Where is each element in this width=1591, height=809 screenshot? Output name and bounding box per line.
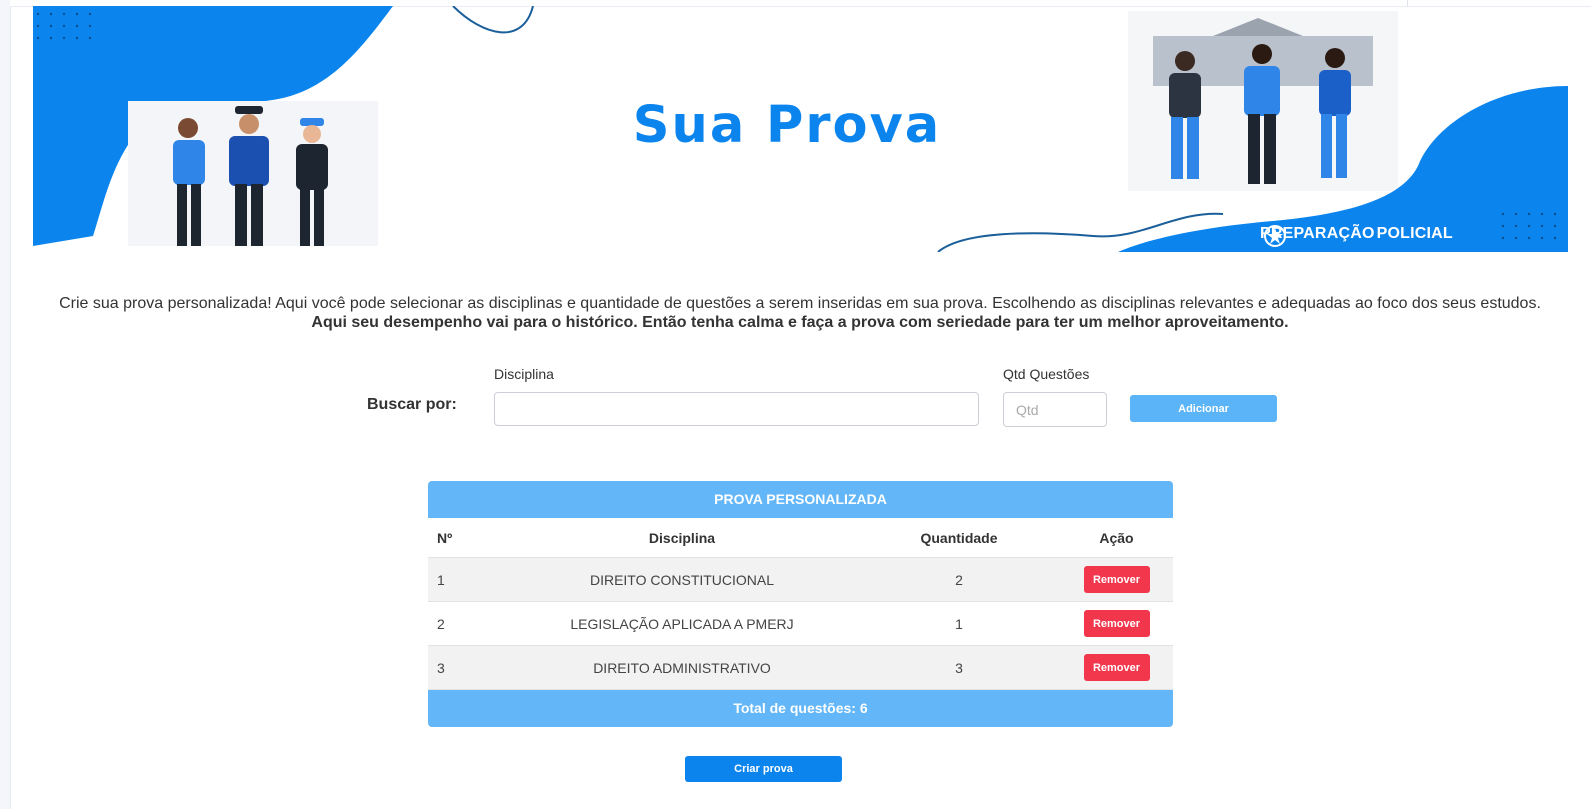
- star-badge-icon: [1264, 225, 1286, 247]
- hero-banner: Sua Prova PREPARAÇÃO POLICIAL: [33, 6, 1568, 252]
- row-quantity: 2: [858, 557, 1060, 602]
- total-questions: Total de questões: 6: [428, 690, 1173, 727]
- remove-button[interactable]: Remover: [1083, 566, 1150, 593]
- intro-warning: Aqui seu desempenho vai para o histórico…: [311, 314, 1289, 331]
- add-button[interactable]: Adicionar: [1130, 395, 1277, 422]
- row-action: Remover: [1060, 557, 1173, 602]
- row-discipline: DIREITO CONSTITUCIONAL: [506, 557, 858, 602]
- row-num: 2: [428, 601, 506, 646]
- brand-logo: PREPARAÇÃO POLICIAL: [1260, 225, 1453, 247]
- row-discipline: DIREITO ADMINISTRATIVO: [506, 645, 858, 690]
- row-action: Remover: [1060, 601, 1173, 646]
- quantity-input[interactable]: [1003, 392, 1107, 427]
- row-quantity: 1: [858, 601, 1060, 646]
- students-illustration: [1128, 11, 1398, 191]
- table-row: 3 DIREITO ADMINISTRATIVO 3 Remover: [428, 645, 1173, 690]
- remove-button[interactable]: Remover: [1083, 610, 1150, 637]
- row-num: 3: [428, 645, 506, 690]
- table-row: 1 DIREITO CONSTITUCIONAL 2 Remover: [428, 557, 1173, 602]
- remove-button[interactable]: Remover: [1083, 654, 1150, 681]
- search-label: Buscar por:: [367, 396, 457, 413]
- header-discipline: Disciplina: [506, 518, 858, 558]
- police-illustration: [128, 101, 378, 246]
- create-exam-button[interactable]: Criar prova: [685, 756, 842, 782]
- header-action: Ação: [1060, 518, 1173, 558]
- row-num: 1: [428, 557, 506, 602]
- table-row: 2 LEGISLAÇÃO APLICADA A PMERJ 1 Remover: [428, 601, 1173, 646]
- quantity-label: Qtd Questões: [1003, 366, 1090, 382]
- custom-exam-table: PROVA PERSONALIZADA Nº Disciplina Quanti…: [428, 481, 1173, 727]
- page-title: Sua Prova: [632, 96, 942, 155]
- row-discipline: LEGISLAÇÃO APLICADA A PMERJ: [506, 601, 858, 646]
- left-rail: [0, 0, 11, 809]
- intro-description: Crie sua prova personalizada! Aqui você …: [59, 295, 1541, 312]
- intro-text: Crie sua prova personalizada! Aqui você …: [40, 294, 1560, 332]
- header-quantity: Quantidade: [858, 518, 1060, 558]
- row-quantity: 3: [858, 645, 1060, 690]
- table-title: PROVA PERSONALIZADA: [428, 481, 1173, 518]
- exam-table: Nº Disciplina Quantidade Ação 1 DIREITO …: [428, 518, 1173, 690]
- discipline-label: Disciplina: [494, 366, 554, 382]
- brand-right-text: POLICIAL: [1376, 225, 1453, 242]
- row-action: Remover: [1060, 645, 1173, 690]
- discipline-input[interactable]: [494, 392, 979, 426]
- header-num: Nº: [428, 518, 506, 558]
